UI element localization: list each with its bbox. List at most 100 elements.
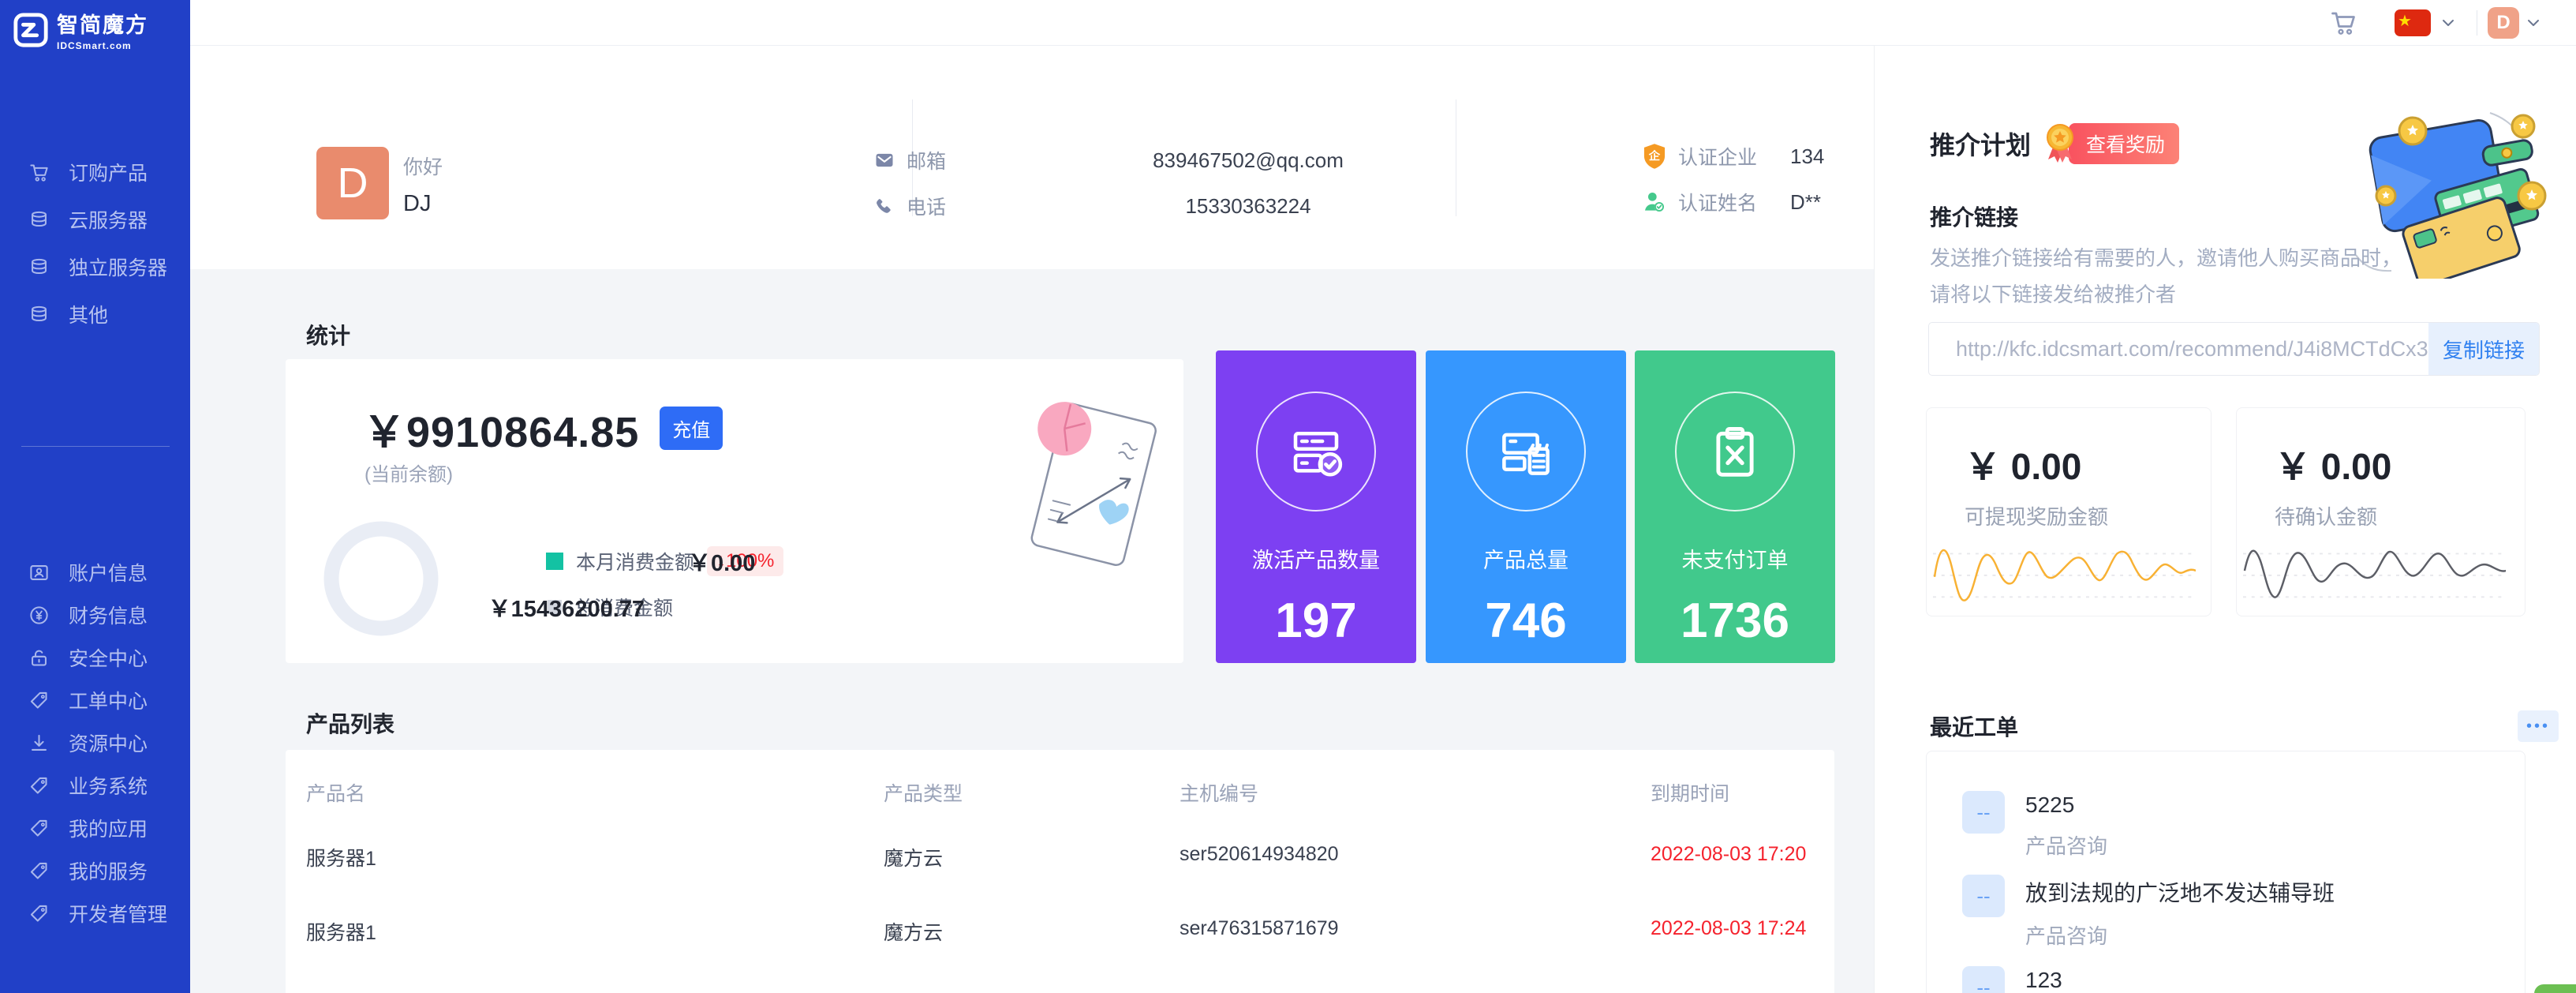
table-header-host-id: 主机编号 — [1180, 778, 1258, 807]
sidebar-group-products: 订购产品 云服务器 独立服务器 其他 — [0, 148, 190, 338]
ticket-title: 123 — [2025, 968, 2107, 993]
chevron-down-icon[interactable] — [2524, 13, 2543, 32]
sidebar-item-label: 安全中心 — [69, 643, 148, 672]
reward-amount: ￥ 0.00 — [1965, 438, 2081, 490]
metric-label: 激活产品数量 — [1252, 543, 1380, 574]
sidebar-item-my-services[interactable]: 我的服务 — [0, 849, 190, 892]
sidebar-item-cloud-server[interactable]: 云服务器 — [0, 196, 190, 243]
more-options-button[interactable]: ••• — [2518, 710, 2559, 742]
sidebar-item-label: 业务系统 — [69, 771, 148, 800]
enterprise-cert-value: 134 — [1790, 144, 1824, 169]
copy-link-button[interactable]: 复制链接 — [2428, 323, 2539, 375]
metric-card-activated-products[interactable]: 激活产品数量 197 — [1216, 350, 1416, 663]
chevron-down-icon[interactable] — [2439, 13, 2458, 32]
sidebar-item-other[interactable]: 其他 — [0, 290, 190, 338]
avatar[interactable]: D — [2488, 7, 2519, 39]
sidebar-item-business-system[interactable]: 业务系统 — [0, 764, 190, 807]
greeting-text: 你好 — [403, 152, 443, 180]
avatar: D — [316, 147, 389, 219]
ticket-badge: -- — [1962, 791, 2005, 834]
person-verified-icon — [1642, 189, 1667, 215]
phone-label: 电话 — [907, 192, 946, 220]
ellipsis-icon: ••• — [2526, 718, 2550, 735]
tag-icon — [28, 818, 50, 839]
consumption-donut-chart — [323, 521, 439, 636]
legend-swatch — [546, 553, 563, 570]
ticket-badge: -- — [1962, 966, 2005, 993]
sidebar-item-order-product[interactable]: 订购产品 — [0, 148, 190, 196]
sidebar-item-label: 其他 — [69, 300, 108, 328]
sidebar: 智简魔方 IDCSmart.com 订购产品 云服务器 独立服务器 其他 账户信… — [0, 0, 190, 993]
table-header-type: 产品类型 — [884, 778, 963, 807]
referral-description-line1: 发送推介链接给有需要的人，邀请他人购买商品时， — [1930, 246, 2402, 270]
pending-amount-card: ￥ 0.00 待确认金额 — [2236, 407, 2526, 616]
metric-card-total-products[interactable]: 产品总量 746 — [1426, 350, 1626, 663]
sidebar-item-account-info[interactable]: 账户信息 — [0, 551, 190, 594]
sidebar-item-finance-info[interactable]: 财务信息 — [0, 594, 190, 636]
sidebar-item-security-center[interactable]: 安全中心 — [0, 636, 190, 679]
recharge-button[interactable]: 充值 — [660, 407, 723, 450]
metric-value: 1736 — [1681, 593, 1789, 649]
phone-icon — [873, 195, 895, 217]
tag-icon — [28, 903, 50, 924]
metric-icon-circle — [1466, 392, 1586, 511]
ticket-list-item[interactable]: -- 放到法规的广泛地不发达辅导班 产品咨询 — [1962, 875, 2501, 950]
id-card-icon — [28, 562, 50, 583]
language-selector[interactable]: ★ — [2395, 9, 2431, 36]
referral-link-input[interactable] — [1929, 323, 2428, 375]
pending-amount: ￥ 0.00 — [2275, 438, 2391, 490]
tag-icon — [28, 690, 50, 711]
metric-label: 未支付订单 — [1682, 543, 1789, 574]
referral-panel: 推介计划 查看奖励 — [1874, 46, 2576, 993]
metric-icon-circle — [1675, 392, 1795, 511]
sidebar-item-label: 财务信息 — [69, 601, 148, 629]
china-flag: ★ — [2398, 9, 2412, 33]
sidebar-item-resource-center[interactable]: 资源中心 — [0, 721, 190, 764]
sidebar-item-label: 订购产品 — [69, 158, 148, 186]
sidebar-item-dedicated-server[interactable]: 独立服务器 — [0, 243, 190, 290]
phone-value: 15330363224 — [1055, 194, 1441, 219]
brand-domain: IDCSmart.com — [57, 40, 148, 51]
table-header-expire: 到期时间 — [1651, 778, 1729, 807]
brand-logo[interactable]: 智简魔方 IDCSmart.com — [0, 0, 190, 51]
realname-cert-row: 认证姓名 D** — [1642, 188, 1821, 216]
cell-product-type: 魔方云 — [884, 843, 943, 871]
metric-icon-circle — [1256, 392, 1376, 511]
ticket-list-item[interactable]: -- 123 产品咨询 — [1962, 966, 2501, 993]
floating-chat-button[interactable] — [2534, 984, 2576, 993]
enterprise-cert-label: 认证企业 — [1678, 142, 1757, 170]
sidebar-item-ticket-center[interactable]: 工单中心 — [0, 679, 190, 721]
realname-cert-value: D** — [1790, 190, 1821, 215]
sidebar-item-my-apps[interactable]: 我的应用 — [0, 807, 190, 849]
sidebar-divider — [21, 446, 170, 447]
referral-description-line2: 请将以下链接发给被推介者 — [1930, 283, 2176, 306]
greeting-block: 你好 DJ — [403, 152, 443, 217]
pending-sparkline-chart — [2243, 532, 2506, 609]
balance-amount: ￥9910864.85 — [363, 397, 639, 459]
legend-row-month: 本月消费金额 ↓100% ￥0.00 — [546, 547, 783, 575]
brand-name: 智简魔方 — [57, 8, 148, 39]
withdrawable-reward-card: ￥ 0.00 可提现奖励金额 — [1926, 407, 2211, 616]
ticket-list-item[interactable]: -- 5225 产品咨询 — [1962, 791, 2501, 860]
cell-expire-time: 2022-08-03 17:20 — [1651, 843, 1806, 866]
cell-host-id: ser476315871679 — [1180, 917, 1339, 940]
metric-card-unpaid-orders[interactable]: 未支付订单 1736 — [1635, 350, 1835, 663]
sidebar-item-developer-admin[interactable]: 开发者管理 — [0, 892, 190, 935]
enterprise-cert-row: 企 认证企业 134 — [1642, 142, 1824, 170]
download-icon — [28, 733, 50, 754]
sidebar-item-label: 我的服务 — [69, 856, 148, 885]
sidebar-item-label: 开发者管理 — [69, 899, 167, 927]
ticket-title: 放到法规的广泛地不发达辅导班 — [2025, 876, 2335, 908]
main-content: D 你好 DJ 邮箱 839467502@qq.com 电话 153303632… — [190, 46, 1874, 993]
sidebar-item-label: 独立服务器 — [69, 253, 167, 281]
svg-text:企: 企 — [1648, 149, 1661, 163]
ticket-list: -- 5225 产品咨询 -- 放到法规的广泛地不发达辅导班 产品咨询 -- 1… — [1926, 751, 2526, 993]
stats-section-title: 统计 — [306, 319, 350, 350]
pending-amount-label: 待确认金额 — [2275, 501, 2377, 530]
topbar: ★ D — [190, 0, 2576, 46]
view-rewards-badge[interactable]: 查看奖励 — [2069, 123, 2179, 164]
reward-amount-label: 可提现奖励金额 — [1965, 501, 2108, 530]
user-info-card: D 你好 DJ 邮箱 839467502@qq.com 电话 153303632… — [190, 46, 1874, 269]
user-name: DJ — [403, 191, 443, 217]
cart-icon[interactable] — [2329, 9, 2357, 37]
